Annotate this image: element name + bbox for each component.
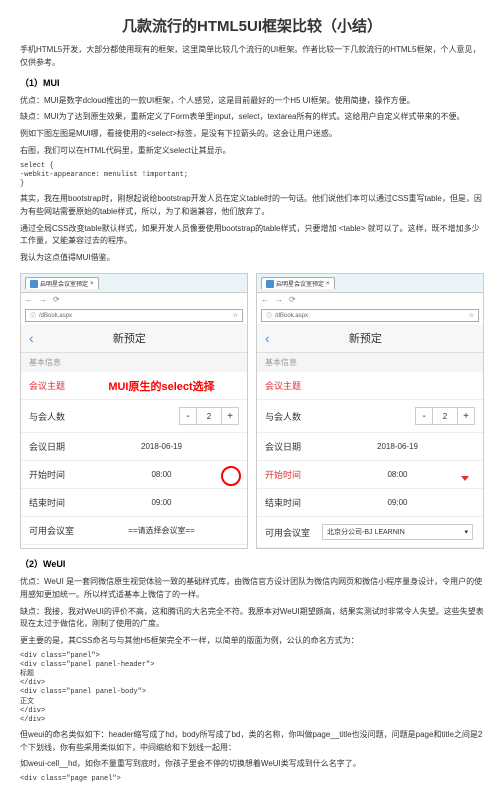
section-label-r: 基本信息 <box>257 353 483 372</box>
label-subject-r: 会议主题 <box>265 379 320 392</box>
s1-p4: 右图，我们可以在HTML代码里，重新定义select让其显示。 <box>20 145 484 158</box>
row-subject-r: 会议主题 <box>257 372 483 400</box>
date-value-r[interactable]: 2018-06-19 <box>320 442 475 451</box>
stepper-r: - 2 + <box>320 407 475 425</box>
section-label: 基本信息 <box>21 353 247 372</box>
section-1-heading: （1）MUI <box>20 76 484 89</box>
end-value[interactable]: 09:00 <box>84 498 239 507</box>
minus-button[interactable]: - <box>179 407 197 425</box>
room-select-r[interactable]: 北京分公司-BJ LEARNIN▾ <box>322 524 473 540</box>
reload-icon[interactable]: ⟳ <box>53 295 63 305</box>
browser-tab-r[interactable]: 启明星会议室预定× <box>261 277 335 289</box>
red-circle-annotation <box>221 466 241 486</box>
minus-button-r[interactable]: - <box>415 407 433 425</box>
row-start-r: 开始时间 08:00 <box>257 461 483 489</box>
stepper-value: 2 <box>197 407 221 425</box>
s1-p3: 例如下图左图是MUI哪，看接使用的<select>标签，是没有下拉箭头的。这会让… <box>20 128 484 141</box>
plus-button[interactable]: + <box>221 407 239 425</box>
start-value-r[interactable]: 08:00 <box>320 470 475 479</box>
code-block-1: select { -webkit-appearance: menulist !i… <box>20 162 484 189</box>
label-attendees-r: 与会人数 <box>265 410 320 423</box>
browser-tabs: 启明星会议室预定× <box>21 274 247 293</box>
browser-tabs-r: 启明星会议室预定× <box>257 274 483 293</box>
label-room: 可用会议室 <box>29 524 84 537</box>
label-date-r: 会议日期 <box>265 440 320 453</box>
label-end: 结束时间 <box>29 496 84 509</box>
row-attendees: 与会人数 - 2 + <box>21 400 247 433</box>
browser-nav-r: ← → ⟳ <box>257 293 483 307</box>
browser-tab[interactable]: 启明星会议室预定× <box>25 277 99 289</box>
back-icon-r[interactable]: ← <box>261 295 271 305</box>
intro-text: 手机HTML5开发，大部分都使用现有的框架，这里简单比较几个流行的UI框架。作者… <box>20 44 484 70</box>
s2-p4: 但weui的命名类似如下：header缩写成了hd，body所写成了bd，类的名… <box>20 729 484 755</box>
phone-left: 启明星会议室预定× ← → ⟳ ⓘ/dBook.aspx☆ ‹ 新预定 基本信息… <box>20 273 248 549</box>
label-date: 会议日期 <box>29 440 84 453</box>
row-subject: 会议主题 MUI原生的select选择 <box>21 372 247 400</box>
star-icon-r[interactable]: ☆ <box>469 312 474 319</box>
page-title: 几款流行的HTML5UI框架比较（小结） <box>20 15 484 36</box>
start-value[interactable]: 08:00 <box>84 470 239 479</box>
s2-p5: 如weui-cell__hd，如你不量重写到底时，你孩子里会不停的切换想着WeU… <box>20 758 484 771</box>
section-2-heading: （2）WeUI <box>20 557 484 570</box>
label-end-r: 结束时间 <box>265 496 320 509</box>
forward-icon[interactable]: → <box>39 295 49 305</box>
row-attendees-r: 与会人数 - 2 + <box>257 400 483 433</box>
info-icon: ⓘ <box>30 311 36 320</box>
s1-p5: 其实，我在用bootstrap时，刚想起说给bootstrap开发人员在定义ta… <box>20 193 484 219</box>
app-title-r: 新预定 <box>270 330 461 346</box>
s2-p1: 优点：WeUI 是一套同微信原生视觉体验一致的基础样式库，由微信官方设计团队为微… <box>20 576 484 602</box>
room-select[interactable]: ==请选择会议室== <box>84 525 239 536</box>
row-end-r: 结束时间 09:00 <box>257 489 483 517</box>
s2-p2: 缺点：我接，我对WeUI的评价不高，这和腾讯的大名完全不符。我原本对WeUI期望… <box>20 606 484 632</box>
reload-icon-r[interactable]: ⟳ <box>289 295 299 305</box>
info-icon-r: ⓘ <box>266 311 272 320</box>
label-start-r: 开始时间 <box>265 468 320 481</box>
phone-right: 启明星会议室预定× ← → ⟳ ⓘ/dBook.aspx☆ ‹ 新预定 基本信息… <box>256 273 484 549</box>
row-date: 会议日期 2018-06-19 <box>21 433 247 461</box>
s1-p6: 通过全局CSS改变table默认样式，如果开发人员像要使用bootstrap的t… <box>20 223 484 249</box>
browser-nav: ← → ⟳ <box>21 293 247 307</box>
url-bar-r[interactable]: ⓘ/dBook.aspx☆ <box>261 309 479 322</box>
close-icon[interactable]: × <box>90 281 94 287</box>
label-room-r: 可用会议室 <box>265 526 320 539</box>
overlay-text: MUI原生的select选择 <box>108 378 214 394</box>
s1-p7: 我认为这点值得MUI借鉴。 <box>20 252 484 265</box>
end-value-r[interactable]: 09:00 <box>320 498 475 507</box>
close-icon-r[interactable]: × <box>326 281 330 287</box>
code-block-2: <div class="panel"> <div class="panel pa… <box>20 652 484 725</box>
plus-button-r[interactable]: + <box>457 407 475 425</box>
chevron-down-icon: ▾ <box>464 528 468 536</box>
label-start: 开始时间 <box>29 468 84 481</box>
row-room-r: 可用会议室 北京分公司-BJ LEARNIN▾ <box>257 517 483 548</box>
stepper-value-r: 2 <box>433 407 457 425</box>
s2-p3: 更主要的是，其CSS命名与与其他H5框架完全不一样，以简单的版面为例，公认的命名… <box>20 635 484 648</box>
url-bar[interactable]: ⓘ/dBook.aspx☆ <box>25 309 243 322</box>
screenshot-container: 启明星会议室预定× ← → ⟳ ⓘ/dBook.aspx☆ ‹ 新预定 基本信息… <box>20 273 484 549</box>
app-header: ‹ 新预定 <box>21 324 247 353</box>
back-icon[interactable]: ← <box>25 295 35 305</box>
label-subject: 会议主题 <box>29 379 84 392</box>
stepper: - 2 + <box>84 407 239 425</box>
app-header-r: ‹ 新预定 <box>257 324 483 353</box>
row-start: 开始时间 08:00 <box>21 461 247 489</box>
label-attendees: 与会人数 <box>29 410 84 423</box>
row-room: 可用会议室 ==请选择会议室== <box>21 517 247 545</box>
date-value[interactable]: 2018-06-19 <box>84 442 239 451</box>
tab-icon-r <box>266 280 274 288</box>
row-end: 结束时间 09:00 <box>21 489 247 517</box>
app-title: 新预定 <box>34 330 225 346</box>
dropdown-arrow-icon <box>461 476 469 481</box>
forward-icon-r[interactable]: → <box>275 295 285 305</box>
code-block-3: <div class="page panel"> <box>20 775 484 784</box>
star-icon[interactable]: ☆ <box>233 312 238 319</box>
s1-p1: 优点：MUI是数字dcloud推出的一款UI框架，个人感觉，这是目前最好的一个H… <box>20 95 484 108</box>
row-date-r: 会议日期 2018-06-19 <box>257 433 483 461</box>
s1-p2: 缺点：MUI为了达到原生效果，重新定义了Form表单里input，select，… <box>20 111 484 124</box>
tab-icon <box>30 280 38 288</box>
